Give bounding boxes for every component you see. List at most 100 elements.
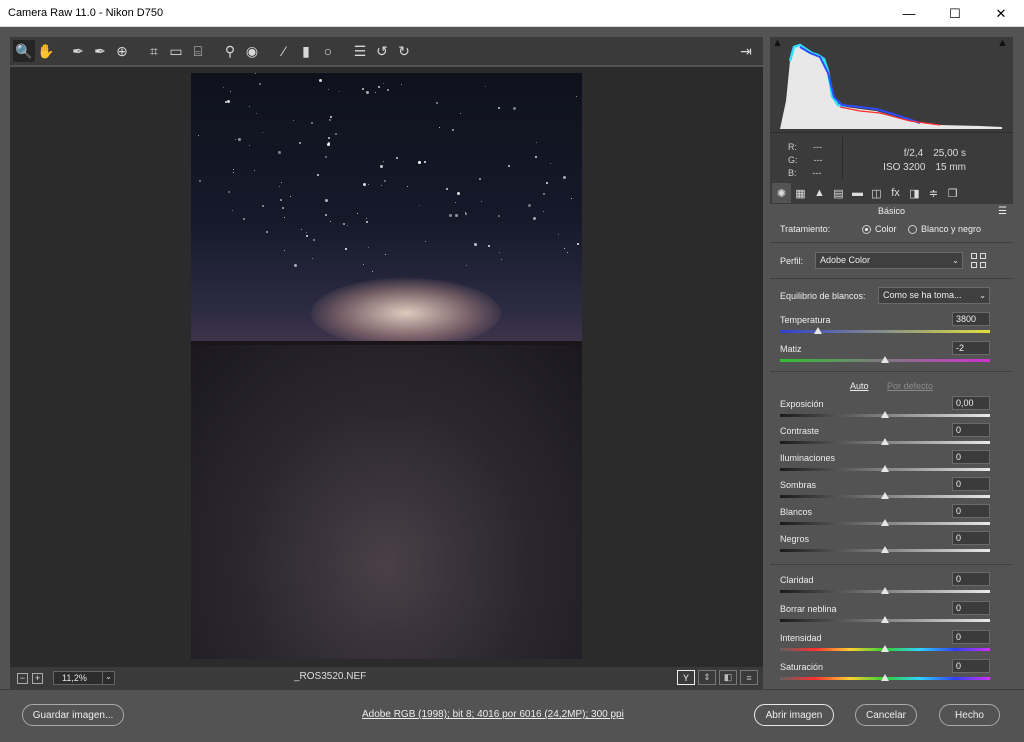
saturation-value-input[interactable]: 0 xyxy=(952,659,990,673)
open-image-button[interactable]: Abrir imagen xyxy=(754,704,834,726)
zoom-level-select[interactable]: 11,2% ⌄ xyxy=(53,671,115,685)
workflow-options-link[interactable]: Adobe RGB (1998); bit 8; 4016 por 6016 (… xyxy=(362,709,624,720)
star xyxy=(576,242,579,245)
temperature-value-input[interactable]: 3800 xyxy=(952,312,990,326)
shadows-thumb[interactable] xyxy=(881,492,889,499)
zoom-out-button[interactable]: − xyxy=(17,672,28,684)
color-sampler-tool-icon[interactable]: ✒ xyxy=(89,40,111,62)
image-canvas[interactable] xyxy=(10,67,763,689)
star xyxy=(545,182,548,185)
blacks-value-input[interactable]: 0 xyxy=(952,531,990,545)
open-preferences-export-icon[interactable]: ⇥ xyxy=(735,40,757,62)
presets-tab-icon[interactable]: ≑ xyxy=(924,183,943,203)
graduated-filter-icon[interactable]: ▮ xyxy=(295,40,317,62)
profile-select[interactable]: Adobe Color ⌄ xyxy=(815,252,963,269)
star xyxy=(248,106,250,108)
crop-tool-icon[interactable]: ⌗ xyxy=(143,40,165,62)
star xyxy=(449,213,453,217)
whites-value-input[interactable]: 0 xyxy=(952,504,990,518)
whites-thumb[interactable] xyxy=(881,519,889,526)
transform-tool-icon[interactable]: ⌸ xyxy=(187,40,209,62)
preview-image[interactable] xyxy=(191,73,582,659)
r-value: --- xyxy=(813,142,822,152)
highlights-label: Iluminaciones xyxy=(780,453,836,463)
saturation-thumb[interactable] xyxy=(881,674,889,681)
adjustment-brush-icon[interactable]: ⁄ xyxy=(273,40,295,62)
contrast-thumb[interactable] xyxy=(881,438,889,445)
camera-calibration-tab-icon[interactable]: ◨ xyxy=(905,183,924,203)
before-after-toggle-button[interactable]: Y xyxy=(677,670,695,685)
panel-menu-icon[interactable]: ☰ xyxy=(998,204,1007,219)
clarity-thumb[interactable] xyxy=(881,587,889,594)
shadows-value-input[interactable]: 0 xyxy=(952,477,990,491)
exposure-value-input[interactable]: 0,00 xyxy=(952,396,990,410)
star xyxy=(248,145,250,147)
vibrance-value-input[interactable]: 0 xyxy=(952,630,990,644)
split-toning-tab-icon[interactable]: ▬ xyxy=(848,183,867,203)
close-button[interactable]: ✕ xyxy=(978,0,1024,27)
star xyxy=(310,121,313,124)
dehaze-value-input[interactable]: 0 xyxy=(952,601,990,615)
blacks-thumb[interactable] xyxy=(881,546,889,553)
iso: ISO 3200 xyxy=(883,162,926,173)
blacks-slider: Negros 0 xyxy=(780,530,990,560)
targeted-adjustment-tool-icon[interactable]: ⊕ xyxy=(111,40,133,62)
maximize-button[interactable]: ☐ xyxy=(932,0,978,27)
hsl-tab-icon[interactable]: ▤ xyxy=(829,183,848,203)
toggle-settings-button[interactable]: ≡ xyxy=(740,670,758,685)
save-image-button[interactable]: Guardar imagen... xyxy=(22,704,124,726)
profile-browser-icon[interactable] xyxy=(971,253,986,268)
cancel-button[interactable]: Cancelar xyxy=(855,704,917,726)
star xyxy=(293,120,295,122)
swap-before-after-button[interactable]: ⇕ xyxy=(698,670,716,685)
detail-tab-icon[interactable]: ▲ xyxy=(810,183,829,203)
star xyxy=(384,254,386,256)
star xyxy=(479,178,482,181)
straighten-tool-icon[interactable]: ▭ xyxy=(165,40,187,62)
hand-tool-icon[interactable]: ✋ xyxy=(35,40,57,62)
clarity-value-input[interactable]: 0 xyxy=(952,572,990,586)
tint-thumb[interactable] xyxy=(881,356,889,363)
auto-link[interactable]: Auto xyxy=(850,381,869,391)
star xyxy=(223,86,225,88)
temperature-track[interactable] xyxy=(780,330,990,333)
zoom-in-button[interactable]: + xyxy=(32,672,43,684)
white-balance-tool-icon[interactable]: ✒ xyxy=(67,40,89,62)
tint-value-input[interactable]: -2 xyxy=(952,341,990,355)
star xyxy=(473,243,477,247)
star xyxy=(446,188,449,191)
star xyxy=(365,217,367,219)
tint-slider: Matiz -2 xyxy=(780,340,990,370)
star xyxy=(497,107,500,109)
exposure-thumb[interactable] xyxy=(881,411,889,418)
star xyxy=(563,247,565,249)
highlights-thumb[interactable] xyxy=(881,465,889,472)
temperature-thumb[interactable] xyxy=(813,327,822,334)
rotate-left-icon[interactable]: ↺ xyxy=(371,40,393,62)
copy-settings-button[interactable]: ◧ xyxy=(719,670,737,685)
preferences-icon[interactable]: ☰ xyxy=(349,40,371,62)
lens-corrections-tab-icon[interactable]: ◫ xyxy=(867,183,886,203)
vibrance-thumb[interactable] xyxy=(881,645,889,652)
effects-tab-icon[interactable]: fx xyxy=(886,183,905,203)
snapshots-tab-icon[interactable]: ❐ xyxy=(943,183,962,203)
default-link[interactable]: Por defecto xyxy=(887,381,933,391)
done-button[interactable]: Hecho xyxy=(939,704,1000,726)
dehaze-thumb[interactable] xyxy=(881,616,889,623)
star xyxy=(455,202,457,204)
treatment-color-option[interactable]: Color xyxy=(862,224,897,235)
rotate-right-icon[interactable]: ↻ xyxy=(393,40,415,62)
red-eye-tool-icon[interactable]: ◉ xyxy=(241,40,263,62)
treatment-bw-option[interactable]: Blanco y negro xyxy=(908,224,981,235)
highlights-value-input[interactable]: 0 xyxy=(952,450,990,464)
minimize-button[interactable]: — xyxy=(886,0,932,27)
chevron-down-icon: ⌄ xyxy=(102,672,114,684)
zoom-tool-icon[interactable]: 🔍 xyxy=(13,40,35,62)
white-balance-select[interactable]: Como se ha toma... ⌄ xyxy=(878,287,990,304)
contrast-value-input[interactable]: 0 xyxy=(952,423,990,437)
spot-removal-tool-icon[interactable]: ⚲ xyxy=(219,40,241,62)
basic-tab-icon[interactable]: ✺ xyxy=(772,183,791,203)
whites-slider: Blancos 0 xyxy=(780,503,990,533)
radial-filter-icon[interactable]: ○ xyxy=(317,40,339,62)
tone-curve-tab-icon[interactable]: ▦ xyxy=(791,183,810,203)
